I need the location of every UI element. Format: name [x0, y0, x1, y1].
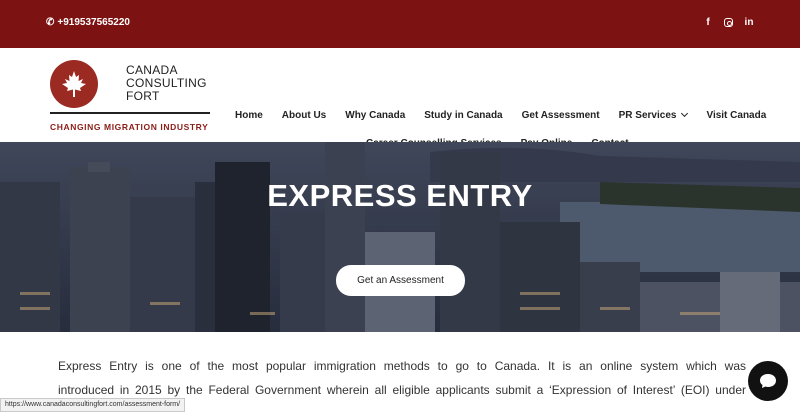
city-skyline-image [0, 142, 800, 332]
brand-line-3: FORT [126, 89, 160, 103]
chevron-down-icon [681, 109, 689, 118]
nav-study-in-canada[interactable]: Study in Canada [424, 110, 502, 121]
page-title: EXPRESS ENTRY [267, 178, 533, 213]
nav-why-canada[interactable]: Why Canada [345, 110, 405, 121]
phone-number: +919537565220 [57, 17, 130, 28]
nav-visit-canada[interactable]: Visit Canada [706, 110, 766, 121]
chat-bubble-icon [760, 374, 776, 388]
logo-tagline: CHANGING MIGRATION INDUSTRY [50, 122, 209, 132]
phone-icon: ✆ [46, 17, 55, 28]
social-links: f in [703, 17, 754, 28]
site-header: CANADA CONSULTING FORT CHANGING MIGRATIO… [0, 48, 800, 149]
nav-row-1: Home About Us Why Canada Study in Canada… [235, 109, 766, 121]
nav-pr-services[interactable]: PR Services [618, 109, 689, 121]
nav-get-assessment[interactable]: Get Assessment [522, 110, 600, 121]
intro-paragraph: Express Entry is one of the most popular… [58, 354, 746, 402]
intro-line-1: Express Entry is one of the most popular… [58, 359, 746, 373]
phone-contact[interactable]: ✆ +919537565220 [46, 17, 130, 28]
maple-leaf-icon [50, 60, 98, 108]
site-logo[interactable]: CANADA CONSULTING FORT CHANGING MIGRATIO… [50, 60, 212, 136]
chat-widget-button[interactable] [748, 361, 788, 401]
instagram-icon[interactable] [724, 18, 733, 27]
hero-banner: EXPRESS ENTRY Get an Assessment [0, 142, 800, 332]
brand-name: CANADA CONSULTING FORT [126, 64, 216, 103]
get-assessment-button[interactable]: Get an Assessment [336, 265, 465, 296]
nav-pr-services-label: PR Services [618, 110, 677, 121]
nav-about-us[interactable]: About Us [282, 110, 326, 121]
logo-divider [50, 112, 210, 114]
nav-home[interactable]: Home [235, 110, 263, 121]
top-bar: ✆ +919537565220 f in [0, 0, 800, 48]
linkedin-icon[interactable]: in [744, 17, 754, 28]
status-bar-url: https://www.canadaconsultingfort.com/ass… [0, 398, 186, 412]
facebook-icon[interactable]: f [703, 17, 713, 28]
